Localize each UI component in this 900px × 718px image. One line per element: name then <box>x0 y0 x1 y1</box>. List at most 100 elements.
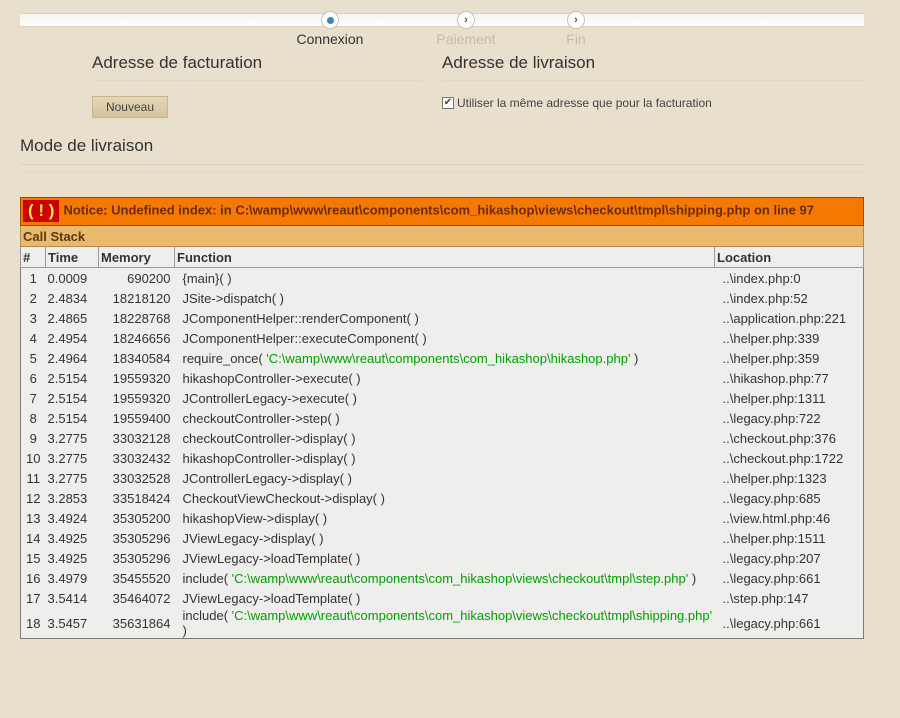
stack-number: 3 <box>29 310 37 326</box>
stack-memory: 19559320 <box>112 370 171 386</box>
stack-function: JControllerLegacy->execute( ) <box>175 388 715 408</box>
stack-time: 2.4964 <box>47 350 88 366</box>
stack-number: 2 <box>29 290 37 306</box>
stack-location: ..\helper.php:1511 <box>722 530 826 546</box>
stack-memory: 33032432 <box>112 450 171 466</box>
function-argument: 'C:\wamp\www\reaut\components\com_hikash… <box>231 608 713 623</box>
stack-function: hikashopController->execute( ) <box>175 368 715 388</box>
stack-time: 3.4925 <box>47 550 88 566</box>
stack-function: include( 'C:\wamp\www\reaut\components\c… <box>175 568 715 588</box>
stack-location: ..\hikashop.php:77 <box>722 370 829 386</box>
stack-location: ..\legacy.php:722 <box>722 410 821 426</box>
function-argument: 'C:\wamp\www\reaut\components\com_hikash… <box>231 570 689 586</box>
same-address-checkbox[interactable]: ✔ <box>442 97 454 109</box>
stack-location: ..\application.php:221 <box>722 310 847 326</box>
stack-function: hikashopController->display( ) <box>175 448 715 468</box>
stack-row: 16 3.4979 35455520 include( 'C:\wamp\www\re… <box>21 568 864 588</box>
billing-divider <box>92 80 422 81</box>
xdebug-error-table: ( ! ) Notice: Undefined index: in C:\wamp… <box>20 197 864 639</box>
stack-number: 17 <box>26 590 41 606</box>
stack-function: JViewLegacy->loadTemplate( ) <box>175 588 715 608</box>
stack-row: 5 2.4964 18340584 require_once( 'C:\wamp\ww… <box>21 348 864 368</box>
stack-memory: 19559400 <box>112 410 171 426</box>
stack-function: JViewLegacy->display( ) <box>175 528 715 548</box>
col-header-number: # <box>20 246 46 268</box>
chevron-right-icon: › <box>457 11 475 29</box>
function-name: hikashopController->display( ) <box>182 450 356 466</box>
stack-row: 8 2.5154 19559400 checkoutController->step(… <box>21 408 864 428</box>
call-stack-header: Call Stack <box>20 225 864 247</box>
stack-memory: 18246656 <box>112 330 171 346</box>
stack-function: require_once( 'C:\wamp\www\reaut\compone… <box>175 348 715 368</box>
stack-location: ..\helper.php:1323 <box>722 470 827 486</box>
shipping-method-title: Mode de livraison <box>20 136 154 155</box>
stack-location: ..\legacy.php:207 <box>722 550 821 566</box>
shipping-divider <box>442 80 864 81</box>
stack-row: 6 2.5154 19559320 hikashopController->execu… <box>21 368 864 388</box>
stack-number: 16 <box>26 570 41 586</box>
stack-time: 3.4925 <box>47 530 88 546</box>
stack-location: ..\index.php:52 <box>722 290 808 306</box>
stack-row: 2 2.4834 18218120 JSite->dispatch( ) ..\inde… <box>21 288 864 308</box>
stack-memory: 18218120 <box>112 290 171 306</box>
warning-icon: ( ! ) <box>23 200 60 222</box>
stack-number: 18 <box>26 615 41 631</box>
stack-memory: 35631864 <box>112 615 171 631</box>
function-name: checkoutController->display( ) <box>182 430 356 446</box>
new-address-button[interactable]: Nouveau <box>92 96 168 118</box>
function-close: ) <box>630 350 639 366</box>
function-name: checkoutController->step( ) <box>182 410 340 426</box>
step-label: Connexion <box>296 31 364 47</box>
stack-memory: 35455520 <box>112 570 171 586</box>
stack-number: 6 <box>29 370 37 386</box>
stack-location: ..\index.php:0 <box>722 270 801 286</box>
stack-time: 2.5154 <box>47 410 88 426</box>
stack-memory: 33032528 <box>112 470 171 486</box>
call-stack-label: Call Stack <box>20 225 864 247</box>
stack-location: ..\legacy.php:661 <box>722 615 821 631</box>
function-name: hikashopController->execute( ) <box>182 370 361 386</box>
col-header-location: Location <box>714 246 864 268</box>
stack-function: checkoutController->display( ) <box>175 428 715 448</box>
stack-function: JSite->dispatch( ) <box>175 288 715 308</box>
function-name: JControllerLegacy->execute( ) <box>182 390 358 406</box>
stack-time: 2.5154 <box>47 370 88 386</box>
stack-row: 17 3.5414 35464072 JViewLegacy->loadTemplat… <box>21 588 864 608</box>
same-address-label: Utiliser la même adresse que pour la fac… <box>457 96 712 110</box>
step-paiement: › Paiement <box>406 11 526 47</box>
shipping-method-divider <box>20 164 864 165</box>
stack-function: CheckoutViewCheckout->display( ) <box>175 488 715 508</box>
stack-location: ..\legacy.php:685 <box>722 490 821 506</box>
stack-time: 2.4865 <box>47 310 88 326</box>
stack-time: 2.4834 <box>47 290 88 306</box>
step-connexion[interactable]: Connexion <box>270 11 390 47</box>
column-header-row: # Time Memory Function Location <box>20 246 864 268</box>
current-dot-icon <box>321 11 339 29</box>
function-close: ) <box>182 623 187 638</box>
stack-number: 5 <box>29 350 37 366</box>
stack-number: 15 <box>26 550 41 566</box>
stack-memory: 33032128 <box>112 430 171 446</box>
stack-location: ..\checkout.php:1722 <box>722 450 844 466</box>
stack-location: ..\helper.php:339 <box>722 330 820 346</box>
stack-function: JViewLegacy->loadTemplate( ) <box>175 548 715 568</box>
notice-message: Notice: Undefined index: in C:\wamp\www\… <box>63 202 814 218</box>
stack-memory: 35464072 <box>112 590 171 606</box>
stack-memory: 33518424 <box>112 490 171 506</box>
stack-function: JComponentHelper::executeComponent( ) <box>175 328 715 348</box>
stack-memory: 35305296 <box>112 550 171 566</box>
stack-time: 2.4954 <box>47 330 88 346</box>
function-name: JComponentHelper::executeComponent( ) <box>182 330 427 346</box>
stack-number: 7 <box>29 390 37 406</box>
same-address-option[interactable]: ✔ Utiliser la même adresse que pour la f… <box>442 96 712 110</box>
stack-memory: 35305200 <box>112 510 171 526</box>
function-name: JComponentHelper::renderComponent( ) <box>182 310 419 326</box>
step-fin: › Fin <box>516 11 636 47</box>
stack-number: 14 <box>26 530 41 546</box>
stack-number: 10 <box>26 450 41 466</box>
stack-location: ..\step.php:147 <box>722 590 809 606</box>
function-name: include( <box>182 608 232 623</box>
stack-row: 3 2.4865 18228768 JComponentHelper::renderC… <box>21 308 864 328</box>
stack-row: 12 3.2853 33518424 CheckoutViewCheckout->di… <box>21 488 864 508</box>
stack-function: checkoutController->step( ) <box>175 408 715 428</box>
